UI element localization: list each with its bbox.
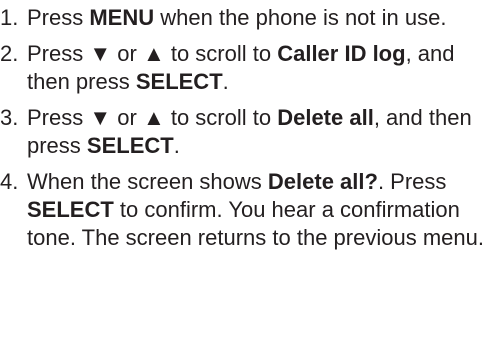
down-arrow-icon: ▼ bbox=[89, 41, 112, 66]
step-number: 3. bbox=[0, 105, 19, 130]
instruction-steps: 1. Press MENU when the phone is not in u… bbox=[0, 4, 488, 260]
step-text: Press ▼ or ▲ to scroll to Caller ID log,… bbox=[27, 40, 488, 96]
step-number: 4. bbox=[0, 169, 19, 194]
step-4: 4. When the screen shows Delete all?. Pr… bbox=[0, 168, 488, 252]
text-fragment: When the screen shows bbox=[27, 169, 268, 194]
step-text: When the screen shows Delete all?. Press… bbox=[27, 168, 488, 252]
step-1: 1. Press MENU when the phone is not in u… bbox=[0, 4, 488, 32]
select-key-label: SELECT bbox=[27, 197, 114, 222]
step-text: Press ▼ or ▲ to scroll to Delete all, an… bbox=[27, 104, 488, 160]
step-text: Press MENU when the phone is not in use. bbox=[27, 4, 488, 32]
select-key-label: SELECT bbox=[135, 69, 223, 94]
text-fragment: Press bbox=[27, 5, 90, 30]
text-fragment: to scroll to bbox=[164, 41, 278, 66]
text-fragment: Press bbox=[27, 41, 90, 66]
up-arrow-icon: ▲ bbox=[142, 41, 165, 66]
text-fragment: or bbox=[111, 41, 143, 66]
select-key-label: SELECT bbox=[86, 133, 174, 158]
text-fragment: . Press bbox=[377, 169, 447, 194]
text-fragment: to scroll to bbox=[164, 105, 278, 130]
menu-key-label: MENU bbox=[89, 5, 155, 30]
caller-id-log-label: Caller ID log bbox=[277, 41, 406, 66]
text-fragment: when the phone is not in use. bbox=[154, 5, 447, 30]
delete-all-label: Delete all bbox=[277, 105, 374, 130]
text-fragment: . bbox=[173, 133, 180, 158]
down-arrow-icon: ▼ bbox=[89, 105, 112, 130]
delete-all-confirm-label: Delete all? bbox=[267, 169, 378, 194]
text-fragment: or bbox=[111, 105, 143, 130]
text-fragment: . bbox=[222, 69, 229, 94]
up-arrow-icon: ▲ bbox=[142, 105, 165, 130]
step-number: 1. bbox=[0, 5, 19, 30]
step-3: 3. Press ▼ or ▲ to scroll to Delete all,… bbox=[0, 104, 488, 160]
step-2: 2. Press ▼ or ▲ to scroll to Caller ID l… bbox=[0, 40, 488, 96]
step-number: 2. bbox=[0, 41, 19, 66]
text-fragment: Press bbox=[27, 105, 90, 130]
